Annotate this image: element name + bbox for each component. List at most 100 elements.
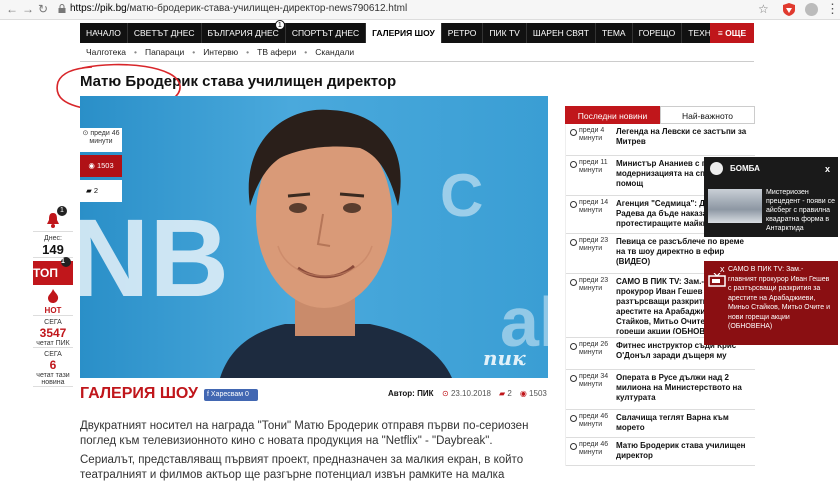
more-button[interactable]: ≡ ОЩЕ xyxy=(710,23,754,43)
news-time: преди 26 минути xyxy=(566,341,616,366)
news-readers-value: 6 xyxy=(49,358,57,372)
news-time-label: преди 4 минути xyxy=(579,127,605,142)
clock-icon xyxy=(570,375,577,382)
reload-icon[interactable]: ↻ xyxy=(38,2,48,16)
close-icon[interactable]: x xyxy=(720,264,725,274)
facebook-icon: f xyxy=(207,391,209,398)
article-paragraph: Двукратният носител на награда "Тони" Ма… xyxy=(80,420,529,447)
news-time-label: преди 11 минути xyxy=(579,159,608,174)
nav-item-pik-tv[interactable]: ПИК TV xyxy=(483,23,527,43)
news-time-label: преди 46 минути xyxy=(579,441,609,456)
news-time-label: преди 34 минути xyxy=(579,373,609,388)
close-icon[interactable]: x xyxy=(825,157,830,181)
author-name[interactable]: ПИК xyxy=(417,389,433,398)
clock-icon: ⊙ xyxy=(442,389,449,398)
nav-item-retro[interactable]: РЕТРО xyxy=(442,23,484,43)
clock-icon xyxy=(570,443,577,450)
eye-icon: ◉ xyxy=(519,389,527,398)
subnav-item[interactable]: Интервю xyxy=(203,47,238,57)
subnav-item[interactable]: ТВ афери xyxy=(257,47,296,57)
subnav-item[interactable]: Папараци xyxy=(145,47,184,57)
clock-icon xyxy=(570,343,577,350)
clock-icon xyxy=(570,201,577,208)
today-label: Днес: xyxy=(44,235,62,242)
readers-label: четат ПИК xyxy=(36,340,70,347)
news-item[interactable]: преди 4 минути Легенда на Левски се застъ… xyxy=(566,124,755,156)
nav-badge: 1 xyxy=(274,20,285,30)
browser-menu-icon[interactable]: ⋮ xyxy=(826,1,839,17)
news-time-label: преди 26 минути xyxy=(579,341,609,356)
news-time: преди 23 минути xyxy=(566,237,616,270)
bookmark-star-icon[interactable]: ☆ xyxy=(758,2,769,16)
time-label: преди 46 минути xyxy=(89,130,120,145)
back-icon[interactable]: ← xyxy=(6,2,18,16)
notifications[interactable]: 1 xyxy=(33,206,73,232)
forward-icon[interactable]: → xyxy=(22,2,34,16)
news-item[interactable]: преди 34 минути Операта в Русе дължи над … xyxy=(566,370,755,410)
section-label[interactable]: ГАЛЕРИЯ ШОУ xyxy=(80,385,198,403)
news-time: преди 46 минути xyxy=(566,413,616,434)
nav-item-topic[interactable]: ТЕМА xyxy=(596,23,633,43)
clock-icon xyxy=(570,279,577,286)
news-readers-label: четат тази новина xyxy=(36,372,70,386)
tab-most-important[interactable]: Най-важното xyxy=(660,106,755,124)
popup-text[interactable]: Мистериозен прецедент - появи се айсберг… xyxy=(766,188,836,233)
now-label: СЕГА xyxy=(44,319,62,326)
news-title: Матю Бродерик става училищен директор xyxy=(616,441,746,460)
iceberg-thumbnail[interactable] xyxy=(708,189,762,223)
tab-latest-news[interactable]: Последни новини xyxy=(565,106,660,124)
readers-stat: СЕГА 3547 четат ПИК xyxy=(33,319,73,348)
nav-item-home[interactable]: НАЧАЛО xyxy=(80,23,128,43)
subnav-item[interactable]: Чалготека xyxy=(86,47,126,57)
bomb-icon xyxy=(710,162,723,175)
news-item[interactable]: преди 46 минути Матю Бродерик става учили… xyxy=(566,438,755,466)
separator: • xyxy=(246,47,250,57)
top-button[interactable]: ТОП 1 xyxy=(33,257,73,285)
popup-label: БОМБА xyxy=(730,164,760,173)
browser-toolbar: ← → ↻ https://pik.bg/матю-бродерик-става… xyxy=(0,0,840,20)
popup-text[interactable]: САМО В ПИК TV: Зам.-главният прокурор Ив… xyxy=(728,265,832,332)
today-value: 149 xyxy=(42,242,64,257)
now-label: СЕГА xyxy=(44,351,62,358)
tv-icon xyxy=(708,273,726,287)
separator: • xyxy=(304,47,308,57)
nav-item-world[interactable]: СВЕТЪТ ДНЕС xyxy=(128,23,202,43)
nav-item-hot[interactable]: ГОРЕЩО xyxy=(633,23,683,43)
views-badge: ◉ 1503 xyxy=(80,155,122,177)
news-readers-stat: СЕГА 6 четат тази новина xyxy=(33,351,73,387)
shield-icon[interactable] xyxy=(783,3,795,16)
nav-item-bulgaria[interactable]: БЪЛГАРИЯ ДНЕС 1 xyxy=(202,20,286,43)
bomb-popup[interactable]: БОМБА x Мистериозен прецедент - появи се… xyxy=(704,157,838,237)
news-title: Операта в Русе дължи над 2 милиона на Ми… xyxy=(616,373,742,402)
hot-button[interactable]: HOT xyxy=(33,285,73,316)
facebook-like-button[interactable]: f Харесвам 0 xyxy=(204,389,258,401)
news-title: Свлачища теглят Варна към морето xyxy=(616,413,729,432)
nav-item-colorful-world[interactable]: ШАРЕН СВЯТ xyxy=(527,23,596,43)
date-value: 23.10.2018 xyxy=(450,389,491,398)
news-time-label: преди 23 минути xyxy=(579,277,609,292)
author-label: Автор: xyxy=(388,389,415,398)
clock-icon xyxy=(570,415,577,422)
comment-count[interactable]: ▰ 2 xyxy=(499,389,512,398)
address-bar[interactable]: https://pik.bg/матю-бродерик-става-учили… xyxy=(70,3,407,14)
clock-icon xyxy=(570,239,577,246)
article-time-badge: ⊙ преди 46 минути xyxy=(80,128,122,152)
news-time-label: преди 14 минути xyxy=(579,199,609,214)
comments-badge[interactable]: ▰ 2 xyxy=(80,180,122,202)
author: Автор: ПИК xyxy=(388,389,433,398)
article-photo[interactable]: NB C al xyxy=(80,96,548,378)
news-time: преди 46 минути xyxy=(566,441,616,462)
site-watermark: пик xyxy=(483,346,526,370)
news-item[interactable]: преди 46 минути Свлачища теглят Варна към… xyxy=(566,410,755,438)
clock-icon xyxy=(570,161,577,168)
news-time-label: преди 23 минути xyxy=(579,237,609,252)
nav-item-gallery-show[interactable]: ГАЛЕРИЯ ШОУ xyxy=(366,23,442,43)
notification-badge: 1 xyxy=(57,206,67,216)
subnav-item[interactable]: Скандали xyxy=(315,47,354,57)
nav-item-sport[interactable]: СПОРТЪТ ДНЕС xyxy=(286,23,367,43)
article-paragraph: Сериалът, представляващ първият проект, … xyxy=(80,454,524,481)
separator: • xyxy=(133,47,137,57)
profile-avatar[interactable] xyxy=(805,3,818,16)
comment-count-value: 2 xyxy=(507,389,512,398)
nav-item-label: БЪЛГАРИЯ ДНЕС xyxy=(207,28,279,38)
